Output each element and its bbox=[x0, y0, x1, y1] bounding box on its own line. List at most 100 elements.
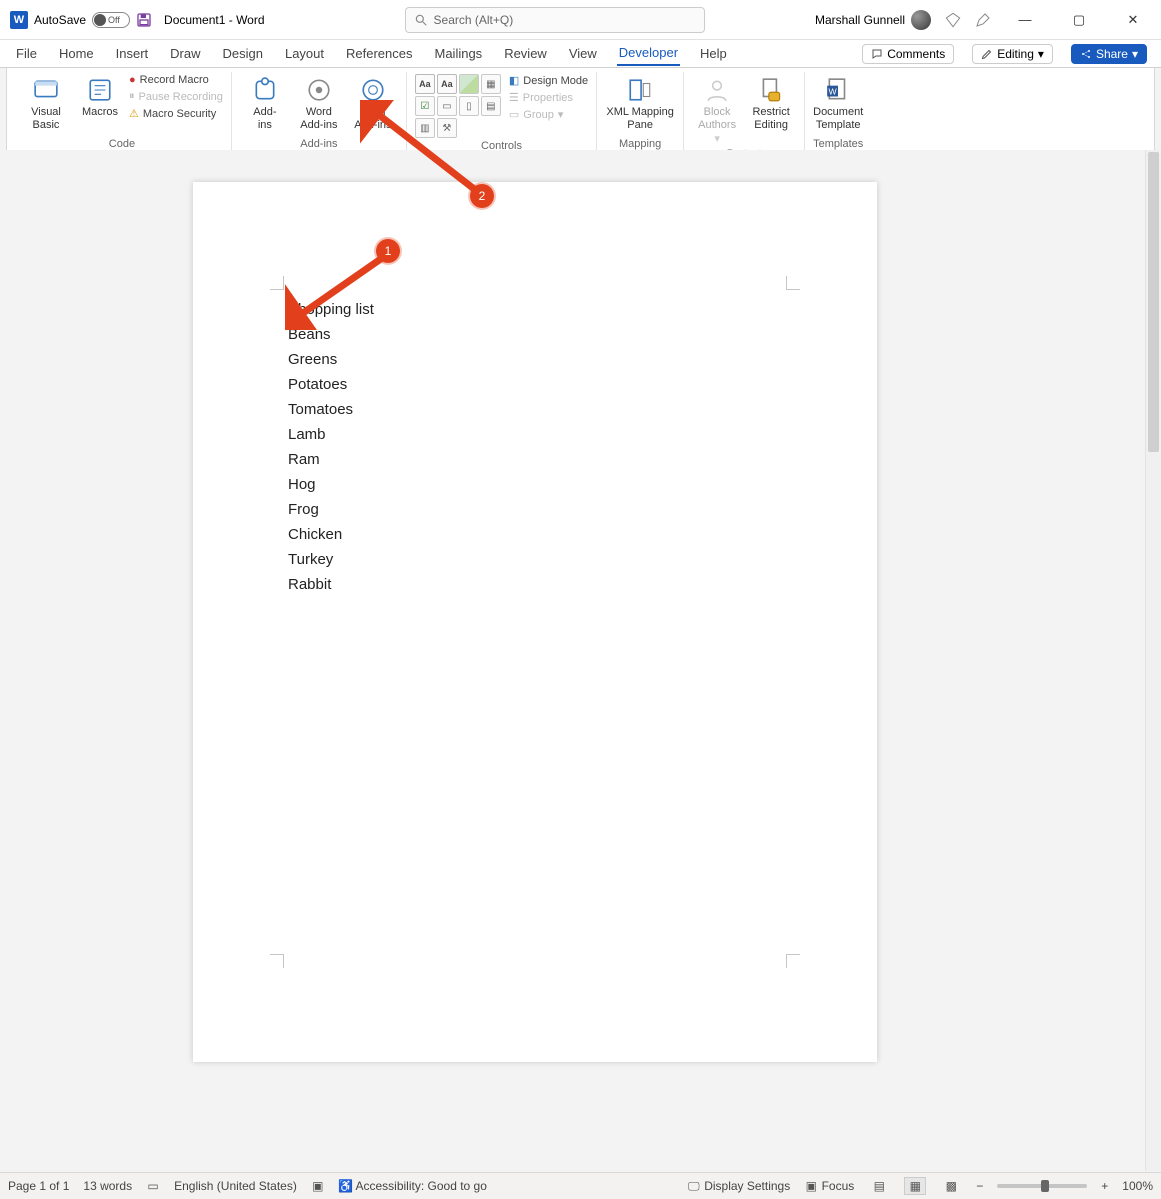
zoom-out-button[interactable]: − bbox=[976, 1179, 983, 1193]
doc-line[interactable]: Hog bbox=[288, 472, 374, 497]
plain-text-control-icon[interactable]: Aa bbox=[437, 74, 457, 94]
display-settings-icon: 🖵 bbox=[687, 1179, 701, 1193]
doc-line[interactable]: Lamb bbox=[288, 422, 374, 447]
doc-line[interactable]: Ram bbox=[288, 447, 374, 472]
doc-line[interactable]: Potatoes bbox=[288, 372, 374, 397]
group-protect: Block Authors▾ Restrict Editing Protect bbox=[683, 72, 804, 162]
tab-design[interactable]: Design bbox=[221, 42, 265, 65]
group-icon: ▭ bbox=[509, 108, 519, 121]
comment-icon bbox=[871, 48, 883, 60]
maximize-button[interactable]: ▢ bbox=[1059, 5, 1099, 35]
status-bar: Page 1 of 1 13 words ▭ English (United S… bbox=[0, 1172, 1161, 1199]
rich-text-control-icon[interactable]: Aa bbox=[415, 74, 435, 94]
zoom-level[interactable]: 100% bbox=[1122, 1179, 1153, 1193]
tab-review[interactable]: Review bbox=[502, 42, 549, 65]
share-icon bbox=[1080, 48, 1092, 60]
comments-button[interactable]: Comments bbox=[862, 44, 954, 64]
combobox-control-icon[interactable]: ▭ bbox=[437, 96, 457, 116]
web-layout-button[interactable]: ▩ bbox=[940, 1177, 962, 1195]
group-label-code: Code bbox=[109, 138, 135, 150]
spellcheck-icon[interactable]: ▭ bbox=[146, 1179, 160, 1193]
tab-layout[interactable]: Layout bbox=[283, 42, 326, 65]
document-template-button[interactable]: W Document Template bbox=[813, 74, 863, 131]
doc-line[interactable]: Chicken bbox=[288, 522, 374, 547]
xml-mapping-icon bbox=[627, 77, 653, 103]
doc-line[interactable]: Beans bbox=[288, 322, 374, 347]
group-mapping: XML Mapping Pane Mapping bbox=[596, 72, 683, 162]
addins-icon bbox=[252, 77, 278, 103]
macros-button[interactable]: Macros bbox=[75, 74, 125, 119]
search-box[interactable]: Search (Alt+Q) bbox=[405, 7, 705, 33]
tab-view[interactable]: View bbox=[567, 42, 599, 65]
doc-line[interactable]: Rabbit bbox=[288, 572, 374, 597]
doc-line[interactable]: Greens bbox=[288, 347, 374, 372]
tab-draw[interactable]: Draw bbox=[168, 42, 202, 65]
status-words[interactable]: 13 words bbox=[83, 1179, 132, 1193]
avatar bbox=[911, 10, 931, 30]
autosave-toggle[interactable]: Off bbox=[92, 12, 130, 28]
zoom-slider[interactable] bbox=[997, 1184, 1087, 1188]
minimize-button[interactable]: — bbox=[1005, 5, 1045, 35]
com-addins-button[interactable]: COM Add-ins bbox=[348, 74, 398, 131]
tab-developer[interactable]: Developer bbox=[617, 41, 680, 66]
doc-line[interactable]: Frog bbox=[288, 497, 374, 522]
tab-mailings[interactable]: Mailings bbox=[433, 42, 485, 65]
status-language[interactable]: English (United States) bbox=[174, 1179, 297, 1193]
visual-basic-button[interactable]: Visual Basic bbox=[21, 74, 71, 131]
tab-home[interactable]: Home bbox=[57, 42, 96, 65]
group-code: Visual Basic Macros ●Record Macro ⏸Pause… bbox=[13, 72, 231, 162]
record-macro-button[interactable]: ●Record Macro bbox=[129, 74, 223, 86]
word-addins-button[interactable]: Word Add-ins bbox=[294, 74, 344, 131]
autosave-label: AutoSave bbox=[34, 13, 86, 27]
design-mode-button[interactable]: ◧Design Mode bbox=[509, 74, 588, 87]
user-account[interactable]: Marshall Gunnell bbox=[815, 10, 931, 30]
visual-basic-icon bbox=[33, 77, 59, 103]
addins-button[interactable]: Add- ins bbox=[240, 74, 290, 131]
document-canvas[interactable]: Shopping list Beans Greens Potatoes Toma… bbox=[0, 150, 1161, 1171]
scrollbar-thumb[interactable] bbox=[1148, 152, 1159, 452]
macro-security-button[interactable]: ⚠Macro Security bbox=[129, 107, 223, 120]
macro-status-icon[interactable]: ▣ bbox=[311, 1179, 325, 1193]
group-templates: W Document Template Templates bbox=[804, 72, 871, 162]
zoom-in-button[interactable]: + bbox=[1101, 1179, 1108, 1193]
group-addins: Add- ins Word Add-ins COM Add-ins Add-in… bbox=[231, 72, 406, 162]
date-picker-control-icon[interactable]: ▤ bbox=[481, 96, 501, 116]
macros-icon bbox=[87, 77, 113, 103]
restrict-editing-button[interactable]: Restrict Editing bbox=[746, 74, 796, 131]
print-layout-button[interactable]: ▦ bbox=[904, 1177, 926, 1195]
building-block-control-icon[interactable]: ▦ bbox=[481, 74, 501, 94]
document-page[interactable]: Shopping list Beans Greens Potatoes Toma… bbox=[193, 182, 877, 1062]
dropdown-control-icon[interactable]: ▯ bbox=[459, 96, 479, 116]
pen-icon[interactable] bbox=[975, 12, 991, 28]
status-accessibility[interactable]: ♿ Accessibility: Good to go bbox=[339, 1179, 487, 1193]
xml-mapping-button[interactable]: XML Mapping Pane bbox=[605, 74, 675, 131]
repeating-section-control-icon[interactable]: ▥ bbox=[415, 118, 435, 138]
checkbox-control-icon[interactable]: ☑ bbox=[415, 96, 435, 116]
doc-line[interactable]: Turkey bbox=[288, 547, 374, 572]
word-app-icon: W bbox=[10, 11, 28, 29]
group-controls: Aa Aa ▦ ☑ ▭ ▯ ▤ ▥ ⚒ ◧Design Mode ☰Proper… bbox=[406, 72, 596, 162]
diamond-icon[interactable] bbox=[945, 12, 961, 28]
group-label-mapping: Mapping bbox=[619, 138, 661, 150]
tab-help[interactable]: Help bbox=[698, 42, 729, 65]
display-settings-button[interactable]: 🖵 Display Settings bbox=[687, 1179, 790, 1194]
group-label-addins: Add-ins bbox=[300, 138, 337, 150]
status-page[interactable]: Page 1 of 1 bbox=[8, 1179, 69, 1193]
picture-control-icon[interactable] bbox=[459, 74, 479, 94]
document-body[interactable]: Shopping list Beans Greens Potatoes Toma… bbox=[288, 297, 374, 597]
editing-button[interactable]: Editing ▾ bbox=[972, 44, 1053, 64]
vertical-scrollbar[interactable] bbox=[1145, 150, 1161, 1171]
doc-line[interactable]: Shopping list bbox=[288, 297, 374, 322]
document-template-icon: W bbox=[825, 77, 851, 103]
pause-icon: ⏸ bbox=[129, 90, 135, 103]
tab-file[interactable]: File bbox=[14, 42, 39, 65]
doc-line[interactable]: Tomatoes bbox=[288, 397, 374, 422]
read-mode-button[interactable]: ▤ bbox=[868, 1177, 890, 1195]
close-button[interactable]: ✕ bbox=[1113, 5, 1153, 35]
legacy-tools-icon[interactable]: ⚒ bbox=[437, 118, 457, 138]
tab-insert[interactable]: Insert bbox=[114, 42, 151, 65]
tab-references[interactable]: References bbox=[344, 42, 414, 65]
save-icon[interactable] bbox=[136, 12, 152, 28]
focus-button[interactable]: ▣ Focus bbox=[804, 1179, 854, 1193]
share-button[interactable]: Share ▾ bbox=[1071, 44, 1147, 64]
